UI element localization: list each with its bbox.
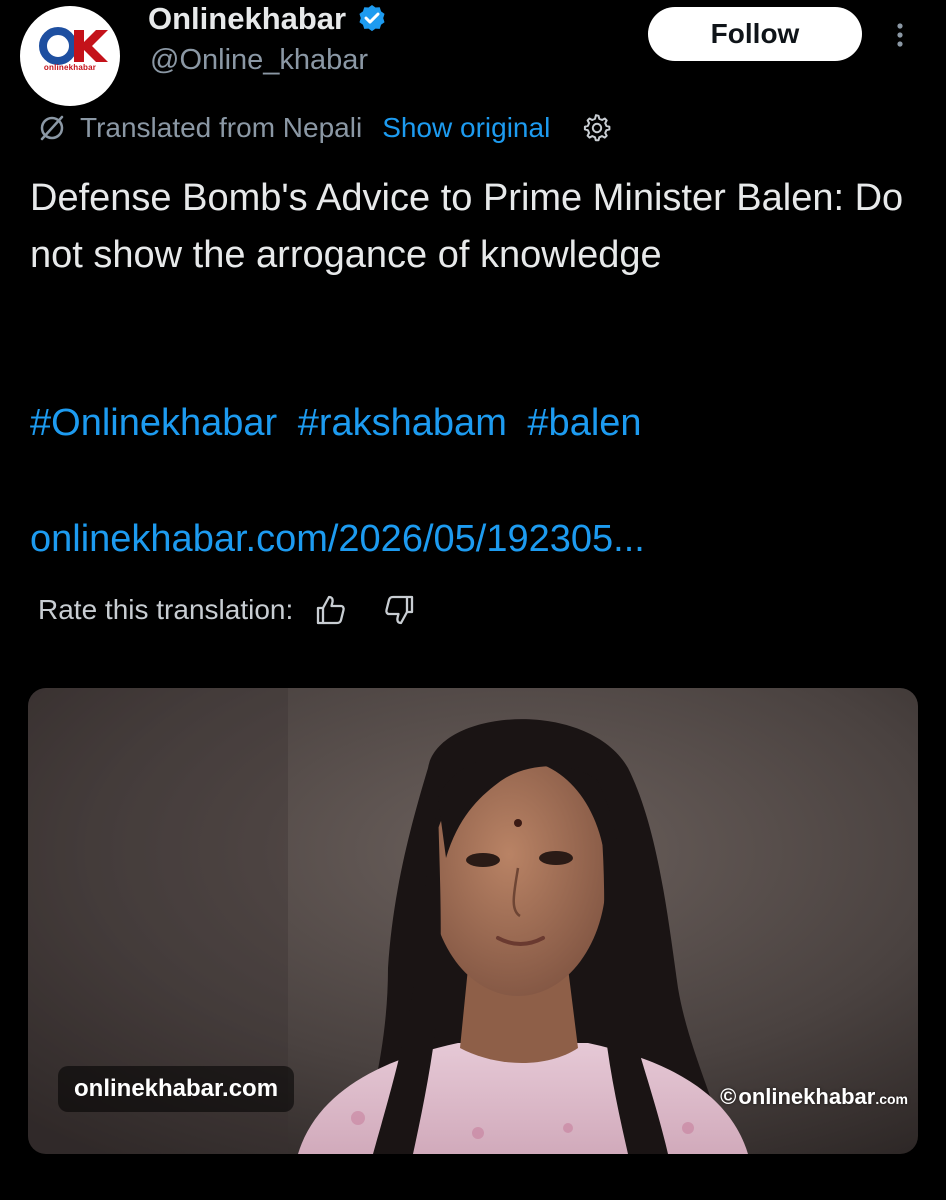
account-name-row: Onlinekhabar [148, 0, 388, 38]
thumbs-up-icon[interactable] [313, 592, 349, 628]
display-name[interactable]: Onlinekhabar [148, 1, 346, 37]
post-media-image[interactable]: onlinekhabar.com © onlinekhabar .com [28, 688, 918, 1154]
gear-icon[interactable] [580, 112, 612, 144]
thumbs-down-icon[interactable] [381, 592, 417, 628]
article-link[interactable]: onlinekhabar.com/2026/05/192305... [30, 514, 645, 564]
hashtag-list: #Onlinekhabar #rakshabam #balen [30, 398, 652, 448]
rate-translation-label: Rate this translation: [38, 594, 294, 625]
media-watermark-left: onlinekhabar.com [58, 1066, 295, 1112]
post-text: Defense Bomb's Advice to Prime Minister … [30, 177, 904, 276]
hashtag-balen[interactable]: #balen [527, 402, 641, 444]
translated-from-label: Translated from Nepali [80, 112, 363, 143]
hashtag-onlinekhabar[interactable]: #Onlinekhabar [30, 402, 277, 444]
avatar-logo-text: onlinekhabar [43, 63, 97, 72]
translation-notice: Translated from Nepali Show original [36, 108, 612, 148]
hashtag-rakshabam[interactable]: #rakshabam [298, 402, 507, 444]
account-avatar[interactable]: onlinekhabar [20, 6, 120, 106]
follow-button[interactable]: Follow [648, 7, 862, 61]
copyright-symbol: © [720, 1084, 737, 1109]
onlinekhabar-logo-icon [39, 27, 108, 65]
translate-icon [40, 115, 64, 141]
more-vertical-icon[interactable] [888, 20, 912, 50]
watermark-tld: .com [875, 1091, 908, 1107]
media-watermark-right: © onlinekhabar .com [720, 1084, 908, 1110]
show-original-link[interactable]: Show original [382, 112, 550, 144]
account-handle[interactable]: @Online_khabar [150, 44, 368, 77]
rate-translation: Rate this translation: [38, 588, 417, 632]
watermark-name: onlinekhabar [738, 1084, 876, 1109]
verified-badge-icon [359, 5, 385, 32]
